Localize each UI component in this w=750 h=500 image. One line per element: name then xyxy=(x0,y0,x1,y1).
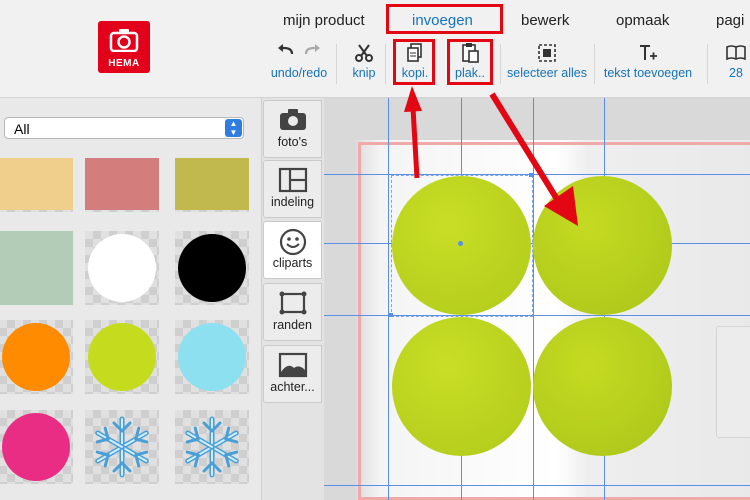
page-scroll-handle[interactable] xyxy=(716,326,750,438)
guide-line xyxy=(388,98,389,500)
undo-redo-icon xyxy=(278,44,320,55)
panel-tabs: foto's indeling cliparts randen achter..… xyxy=(262,98,324,500)
select-all-icon xyxy=(538,44,556,62)
circle-swatch xyxy=(178,234,246,302)
editor-canvas[interactable] xyxy=(324,98,750,500)
camera-icon xyxy=(279,109,306,130)
snowflake-icon xyxy=(179,414,245,485)
color-swatch xyxy=(0,231,73,305)
clipart-item[interactable] xyxy=(0,320,73,394)
clipart-item[interactable] xyxy=(0,231,73,305)
book-icon xyxy=(726,45,746,61)
separator xyxy=(707,44,708,84)
clipart-sidebar: All ▲ ▼ xyxy=(0,98,262,500)
background-icon xyxy=(278,352,307,378)
undo-redo-label: undo/redo xyxy=(270,66,328,80)
clipart-item[interactable] xyxy=(85,158,159,212)
tab-achtergrond[interactable]: achter... xyxy=(263,345,322,403)
pages-count: 28 xyxy=(729,66,743,80)
clipart-item[interactable] xyxy=(175,320,249,394)
circle-swatch xyxy=(2,413,70,481)
clipart-item[interactable] xyxy=(175,231,249,305)
undo-redo-button[interactable]: undo/redo xyxy=(266,40,332,92)
layout-icon xyxy=(278,167,307,193)
category-select[interactable]: All ▲ ▼ xyxy=(4,117,244,139)
circle-swatch xyxy=(178,323,246,391)
green-circle-clipart[interactable] xyxy=(533,176,672,315)
tab-indeling-label: indeling xyxy=(270,195,315,209)
clipart-item[interactable] xyxy=(85,320,159,394)
clipart-item[interactable] xyxy=(0,158,73,212)
clipart-grid xyxy=(0,158,261,500)
highlight-kopi xyxy=(393,39,435,85)
green-circle-clipart[interactable] xyxy=(392,317,531,456)
tab-fotos[interactable]: foto's xyxy=(263,100,322,158)
highlight-invoegen xyxy=(386,4,503,34)
hema-logo[interactable]: HEMA xyxy=(98,21,150,73)
circle-swatch xyxy=(2,323,70,391)
clipart-item[interactable] xyxy=(0,410,73,484)
logo-text: HEMA xyxy=(108,58,140,69)
separator xyxy=(336,44,337,84)
guide-line xyxy=(533,98,534,500)
scissors-icon xyxy=(355,44,373,62)
selection-box[interactable] xyxy=(391,175,533,317)
separator xyxy=(385,44,386,84)
tekst-toevoegen-button[interactable]: tekst toevoegen xyxy=(599,40,697,92)
tab-pagina[interactable]: pagi xyxy=(716,9,744,35)
selection-handle[interactable] xyxy=(458,241,463,246)
camera-icon xyxy=(109,29,139,52)
add-text-icon xyxy=(640,45,657,60)
select-arrows-icon: ▲ ▼ xyxy=(225,119,242,137)
circle-swatch xyxy=(88,234,156,302)
tab-randen-label: randen xyxy=(273,318,312,332)
clipart-item[interactable] xyxy=(85,231,159,305)
selection-handle[interactable] xyxy=(529,173,533,177)
pages-button[interactable]: 28 xyxy=(722,40,750,92)
selecteer-alles-button[interactable]: selecteer alles xyxy=(504,40,590,92)
knip-label: knip xyxy=(352,66,376,80)
separator xyxy=(594,44,595,84)
separator xyxy=(500,44,501,84)
tab-cliparts-label: cliparts xyxy=(272,256,313,270)
tab-mijn-product[interactable]: mijn product xyxy=(283,9,365,35)
knip-button[interactable]: knip xyxy=(348,40,380,92)
tab-randen[interactable]: randen xyxy=(263,283,322,341)
circle-swatch xyxy=(88,323,156,391)
color-swatch xyxy=(175,158,249,210)
clipart-item[interactable] xyxy=(175,158,249,212)
smiley-icon xyxy=(279,228,306,256)
clipart-item[interactable] xyxy=(85,410,159,484)
tab-indeling[interactable]: indeling xyxy=(263,160,322,218)
highlight-plak xyxy=(447,39,493,85)
top-bar: HEMA mijn product invoegen bewerk opmaak… xyxy=(0,0,750,98)
tab-opmaak[interactable]: opmaak xyxy=(616,9,669,35)
category-select-value: All xyxy=(14,121,30,137)
tekst-toevoegen-label: tekst toevoegen xyxy=(603,66,693,80)
green-circle-clipart[interactable] xyxy=(533,317,672,456)
selecteer-alles-label: selecteer alles xyxy=(507,66,587,80)
tab-bewerk[interactable]: bewerk xyxy=(521,9,569,35)
selection-handle[interactable] xyxy=(389,313,393,317)
color-swatch xyxy=(85,158,159,210)
snowflake-icon xyxy=(89,414,155,485)
tab-cliparts[interactable]: cliparts xyxy=(263,221,322,279)
color-swatch xyxy=(0,158,73,210)
tab-fotos-label: foto's xyxy=(277,135,308,149)
tab-achtergrond-label: achter... xyxy=(270,380,315,394)
frame-icon xyxy=(279,291,306,315)
clipart-item[interactable] xyxy=(175,410,249,484)
